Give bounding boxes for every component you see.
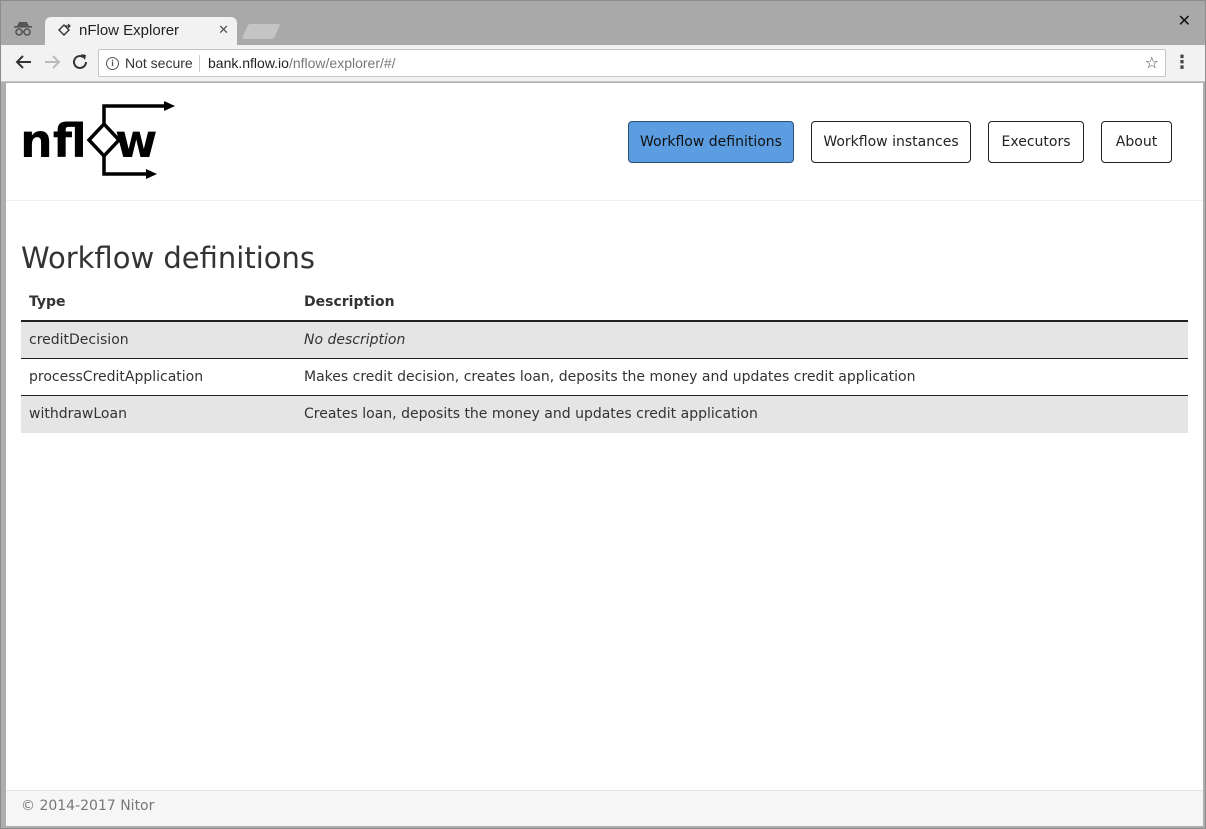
browser-window: nFlow Explorer ✕ ✕ i Not secure bank.nfl… [0,0,1206,829]
nav-executors[interactable]: Executors [988,121,1084,163]
workflow-type-link[interactable]: processCreditApplication [29,369,203,385]
tab-title: nFlow Explorer [79,22,180,39]
app-header: nfl w Workflow definitions Workflow inst… [6,83,1203,201]
workflow-type-link[interactable]: creditDecision [29,332,129,348]
workflow-type-link[interactable]: withdrawLoan [29,406,127,422]
tab-strip: nFlow Explorer ✕ ✕ [1,1,1205,46]
incognito-icon [13,20,33,38]
window-close-icon[interactable]: ✕ [1178,11,1191,31]
nflow-logo[interactable]: nfl w [20,101,176,183]
address-separator [199,55,200,72]
table-row[interactable]: processCreditApplication Makes credit de… [21,359,1188,396]
svg-text:w: w [115,114,158,168]
back-icon[interactable] [14,53,34,73]
column-header-description: Description [304,294,395,310]
tab-close-icon[interactable]: ✕ [218,22,229,40]
table-row[interactable]: withdrawLoan Creates loan, deposits the … [21,396,1188,433]
workflow-definitions-table: Type Description creditDecision No descr… [21,287,1188,433]
tab-favicon-icon [56,23,72,39]
page-footer: © 2014-2017 Nitor [6,790,1203,826]
copyright-text: © 2014-2017 Nitor [21,798,155,814]
bookmark-star-icon[interactable]: ☆ [1145,53,1159,72]
browser-toolbar: i Not secure bank.nflow.io/nflow/explore… [1,45,1205,82]
reload-icon[interactable] [70,53,90,73]
security-label[interactable]: Not secure [125,55,193,71]
forward-icon[interactable] [42,53,62,73]
nav-workflow-instances[interactable]: Workflow instances [811,121,971,163]
nav-workflow-definitions[interactable]: Workflow definitions [628,121,794,163]
address-bar[interactable]: i Not secure bank.nflow.io/nflow/explore… [98,49,1166,77]
table-header: Type Description [21,287,1188,322]
table-row[interactable]: creditDecision No description [21,322,1188,359]
url-text[interactable]: bank.nflow.io/nflow/explorer/#/ [208,55,396,71]
column-header-type: Type [29,294,66,310]
new-tab-button[interactable] [241,24,281,39]
page-content: nfl w Workflow definitions Workflow inst… [6,83,1203,826]
nav-about[interactable]: About [1101,121,1172,163]
browser-tab[interactable]: nFlow Explorer ✕ [45,17,237,46]
page-title: Workflow definitions [21,241,315,275]
workflow-description: No description [304,332,406,348]
svg-text:nfl: nfl [20,114,87,168]
workflow-description: Creates loan, deposits the money and upd… [304,406,758,422]
workflow-description: Makes credit decision, creates loan, dep… [304,369,916,385]
info-icon[interactable]: i [106,57,119,70]
menu-dots-icon[interactable]: ⋮ [1173,53,1191,73]
